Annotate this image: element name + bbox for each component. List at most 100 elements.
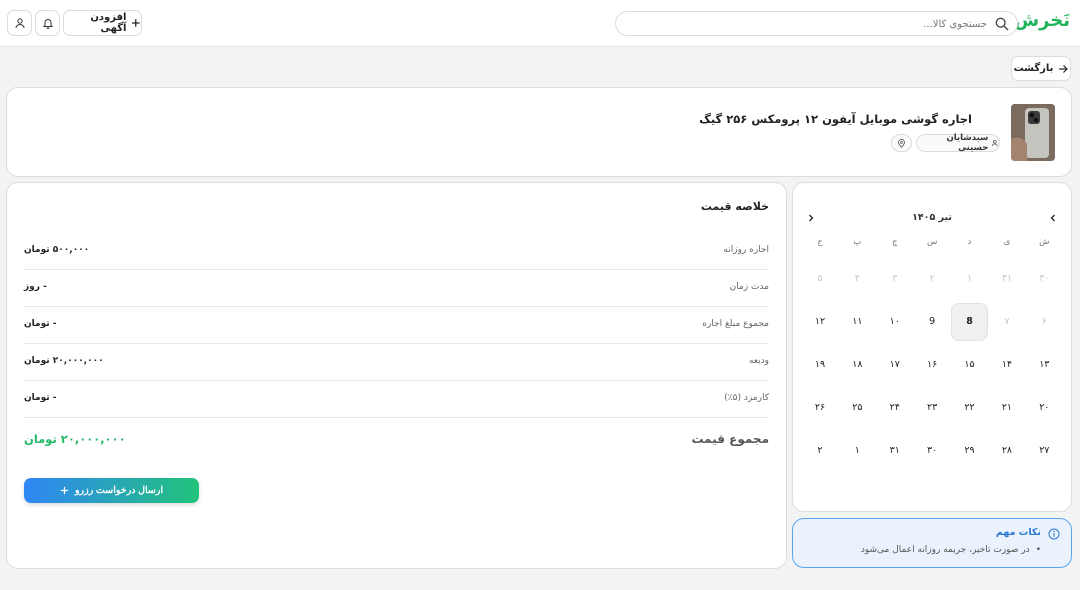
calendar-day-number: ۱۹ — [814, 359, 826, 370]
calendar-day[interactable]: ۲۴ — [876, 386, 913, 429]
calendar-day-number: ۲۷ — [1039, 445, 1050, 456]
weekday-label: س — [926, 237, 938, 247]
notes-title: نکات مهم — [995, 527, 1041, 538]
calendar-day[interactable]: 9 — [913, 300, 950, 343]
calendar-day-number: ۱۰ — [889, 316, 900, 327]
calendar-day[interactable]: ۱۵ — [951, 343, 988, 386]
calendar-day-number: ۲۴ — [889, 402, 900, 413]
calendar-day-number: ۱۸ — [852, 359, 863, 370]
user-icon — [992, 139, 999, 147]
price-row: ودیعه ۲۰,۰۰۰,۰۰۰ تومان — [24, 344, 769, 381]
weekday-label: د — [967, 237, 972, 247]
calendar-day[interactable]: ۱۹ — [801, 343, 838, 386]
calendar-day[interactable]: ۲۸ — [988, 429, 1025, 472]
calendar-day[interactable]: ۳۱ — [876, 429, 913, 472]
calendar-day-number: ۳۱ — [889, 445, 900, 456]
calendar-day-number: ۲۳ — [927, 402, 938, 413]
chevron-right-icon — [809, 214, 814, 222]
back-button[interactable]: بازگشت — [1011, 56, 1071, 81]
calendar-week: ۲۰ ۲۱ ۲۲ ۲۳ ۲۴ ۲۵ ۲۶ — [801, 386, 1063, 429]
calendar-header: تیر ۱۴۰۵ — [793, 209, 1071, 227]
price-row-value: - تومان — [24, 319, 57, 329]
calendar-day-number: ۱۲ — [814, 316, 826, 327]
calendar-day[interactable]: ۲۱ — [988, 386, 1025, 429]
price-row: اجاره روزانه ۵۰۰,۰۰۰ تومان — [24, 233, 769, 270]
calendar-day-number: ۱۳ — [1039, 359, 1050, 370]
add-ad-button[interactable]: افزودن آگهی — [63, 10, 142, 36]
search-box[interactable] — [615, 11, 1018, 36]
location-chip[interactable] — [891, 134, 912, 152]
calendar-week: ۳۰ ۳۱ ۱ ۲ ۳ ۴ ۵ — [801, 257, 1063, 300]
calendar-day-number: ۱۱ — [852, 316, 863, 327]
calendar-day[interactable]: ۲ — [801, 429, 838, 472]
calendar-day-today[interactable]: 8 — [951, 300, 989, 343]
weekday-label: چ — [891, 237, 898, 247]
site-logo[interactable]: نَخرش — [1014, 10, 1070, 31]
calendar-day[interactable]: ۱۲ — [801, 300, 838, 343]
calendar-day-number: ۲ — [929, 273, 935, 284]
product-image — [1011, 104, 1055, 161]
calendar-day: ۶ — [1026, 300, 1063, 343]
calendar-day[interactable]: ۲۹ — [951, 429, 988, 472]
calendar-day-number: ۷ — [1004, 316, 1010, 327]
calendar-day-number: ۳۰ — [927, 445, 938, 456]
calendar-day: ۴ — [839, 257, 876, 300]
calendar-day[interactable]: ۱ — [839, 429, 876, 472]
calendar-day-number: ۱۵ — [964, 359, 975, 370]
calendar-day-number: ۱۶ — [927, 359, 938, 370]
calendar-day[interactable]: ۱۱ — [839, 300, 876, 343]
calendar-day-number: ۳ — [892, 273, 898, 284]
calendar-day-number: ۲۸ — [1001, 445, 1013, 456]
calendar-day-number: ۲۹ — [964, 445, 975, 456]
arrow-right-icon — [1059, 64, 1069, 73]
price-row-label: مجموع مبلغ اجاره — [702, 319, 769, 329]
calendar-day-number: ۱۴ — [1001, 359, 1013, 370]
calendar-day: ۳۱ — [988, 257, 1025, 300]
profile-button[interactable] — [7, 10, 32, 36]
price-row: کارمزد (۵٪) - تومان — [24, 381, 769, 418]
calendar-day[interactable]: ۲۰ — [1026, 386, 1063, 429]
next-month-button[interactable] — [804, 211, 818, 225]
calendar-day[interactable]: ۲۵ — [839, 386, 876, 429]
calendar-day: ۳۰ — [1026, 257, 1063, 300]
calendar-day[interactable]: ۲۲ — [951, 386, 988, 429]
price-summary-card: خلاصه قیمت اجاره روزانه ۵۰۰,۰۰۰ تومان مد… — [6, 182, 787, 569]
bell-icon — [42, 19, 53, 29]
back-label: بازگشت — [1013, 63, 1054, 74]
owner-name: سیدشایان حسینی — [946, 133, 989, 153]
calendar-day[interactable]: ۳۰ — [913, 429, 950, 472]
calendar-day-number: ۲۲ — [964, 402, 975, 413]
calendar-day-number: ۲۱ — [1001, 402, 1013, 413]
calendar-week: ۲۷ ۲۸ ۲۹ ۳۰ ۳۱ ۱ ۲ — [801, 429, 1063, 472]
calendar-day[interactable]: ۱۶ — [913, 343, 950, 386]
calendar-day[interactable]: ۱۴ — [988, 343, 1025, 386]
price-row-value: ۲۰,۰۰۰,۰۰۰ تومان — [24, 356, 104, 366]
calendar-day-number: ۲۰ — [1039, 402, 1050, 413]
price-row-label: ودیعه — [748, 356, 769, 366]
calendar-day[interactable]: ۲۳ — [913, 386, 950, 429]
submit-reservation-button[interactable]: ارسال درخواست رزرو — [24, 478, 199, 503]
calendar-day: ۳ — [876, 257, 913, 300]
calendar-day[interactable]: ۲۶ — [801, 386, 838, 429]
calendar-day-number: ۴ — [854, 273, 860, 284]
calendar-day-number: ۱ — [966, 273, 973, 284]
calendar-day: ۱ — [951, 257, 988, 300]
note-item: در صورت تاخیر، جریمه روزانه اعمال می‌شود — [861, 545, 1041, 555]
search-icon[interactable] — [995, 17, 1009, 31]
calendar-day[interactable]: ۱۷ — [876, 343, 913, 386]
owner-chip[interactable]: سیدشایان حسینی — [916, 133, 1000, 153]
price-row-value: ۵۰۰,۰۰۰ تومان — [24, 245, 90, 255]
notifications-button[interactable] — [35, 10, 60, 36]
calendar-day: ۲ — [913, 257, 950, 300]
calendar-day[interactable]: ۲۷ — [1026, 429, 1063, 472]
calendar-day-number: ۱ — [854, 445, 860, 456]
price-row-value: - تومان — [24, 393, 57, 403]
price-row-label: اجاره روزانه — [723, 245, 769, 255]
search-input[interactable] — [626, 15, 987, 33]
calendar-day[interactable]: ۱۸ — [839, 343, 876, 386]
calendar-day[interactable]: ۱۳ — [1026, 343, 1063, 386]
price-row-label: کارمزد (۵٪) — [724, 393, 769, 403]
calendar-grid: ش ی د س چ پ ج ۳۰ ۳۱ ۱ ۲ ۳ ۴ ۵ ۶ ۷ 8 9 ۱۰ ۱۱ ۱۲ ۱۳ ۱۴ ۱۵ ۱۶ ۱۷ ۱۸ ۱۹… — [801, 237, 1063, 472]
calendar-day[interactable]: ۱۰ — [876, 300, 913, 343]
calendar-day: ۵ — [801, 257, 838, 300]
